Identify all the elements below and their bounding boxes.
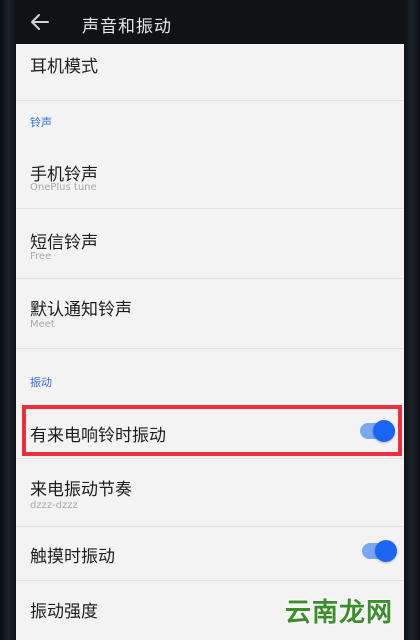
app-bar: 声音和振动: [16, 0, 404, 44]
setting-title: 来电振动节奏: [30, 480, 132, 500]
watermark-logo: 云南龙网: [285, 598, 394, 628]
setting-earphone-mode[interactable]: 耳机模式: [16, 44, 404, 106]
setting-title: 振动强度: [30, 602, 98, 622]
setting-title: 短信铃声: [30, 233, 98, 253]
setting-call-vibration-pattern[interactable]: 来电振动节奏 dzzz-dzzz: [16, 459, 404, 527]
divider: [16, 100, 404, 101]
setting-value: Free: [30, 251, 52, 262]
divider: [16, 348, 404, 349]
setting-sms-ringtone[interactable]: 短信铃声 Free: [16, 209, 404, 277]
toggle-knob: [375, 540, 397, 562]
touch-vibration-toggle[interactable]: [362, 540, 397, 562]
phone-frame: 声音和振动 耳机模式 铃声 手机铃声 OnePlus tune 短信铃声 Fre…: [0, 0, 420, 640]
setting-title: 默认通知铃声: [30, 300, 132, 320]
setting-value: dzzz-dzzz: [30, 500, 78, 511]
back-button[interactable]: [28, 10, 52, 34]
setting-title: 耳机模式: [30, 57, 98, 77]
page-title: 声音和振动: [82, 17, 172, 37]
highlight-box: [22, 405, 402, 456]
setting-value: OnePlus tune: [30, 182, 97, 193]
section-header-ringtone: 铃声: [30, 116, 52, 129]
arrow-left-icon: [31, 14, 49, 30]
section-header-vibration: 振动: [30, 376, 52, 389]
setting-phone-ringtone[interactable]: 手机铃声 OnePlus tune: [16, 140, 404, 208]
setting-notification-ringtone[interactable]: 默认通知铃声 Meet: [16, 279, 404, 347]
setting-touch-vibration[interactable]: 触摸时振动: [16, 527, 404, 579]
setting-value: Meet: [30, 319, 55, 330]
settings-screen: 声音和振动 耳机模式 铃声 手机铃声 OnePlus tune 短信铃声 Fre…: [16, 0, 404, 640]
setting-title: 触摸时振动: [30, 547, 115, 567]
